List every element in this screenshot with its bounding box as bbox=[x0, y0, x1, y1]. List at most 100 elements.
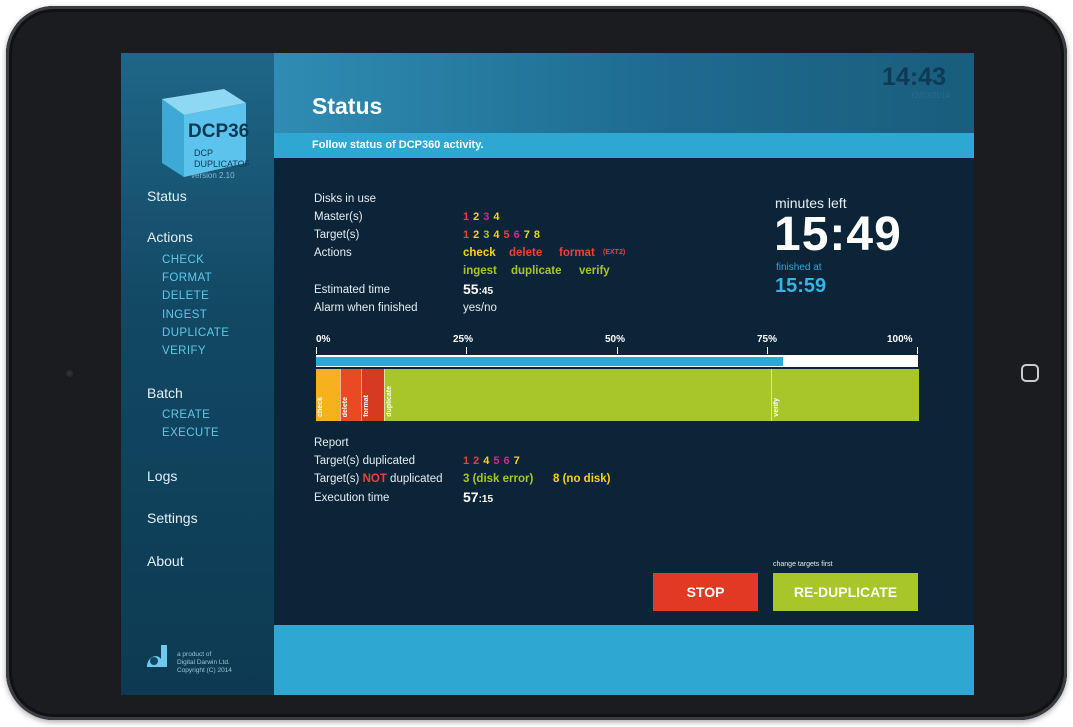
disk-number: 4 bbox=[493, 229, 504, 241]
camera-dot bbox=[65, 369, 74, 378]
tick-mark-50 bbox=[617, 347, 618, 354]
version-label: version 2.10 bbox=[191, 171, 235, 180]
stop-button[interactable]: STOP bbox=[653, 573, 758, 611]
phase-delete: delete bbox=[340, 369, 363, 421]
credit-line-2: Digital Darwin Ltd. bbox=[177, 659, 230, 666]
disk-number: 2 bbox=[473, 455, 484, 467]
exec-time-label: Execution time bbox=[314, 492, 390, 504]
disk-number: 1 bbox=[463, 455, 474, 467]
disks-in-use-label: Disks in use bbox=[314, 193, 376, 205]
phase-label: delete bbox=[342, 396, 350, 417]
nav-logs[interactable]: Logs bbox=[147, 468, 177, 484]
credit-line-3: Copyright (C) 2014 bbox=[177, 667, 232, 674]
tick-mark-100 bbox=[917, 347, 918, 354]
nav-batch-create[interactable]: CREATE bbox=[162, 409, 210, 421]
header: Status 14:43 12/03/2014 bbox=[274, 53, 974, 133]
action-format: format bbox=[559, 247, 595, 259]
targets-list: 12345678 bbox=[463, 229, 544, 241]
tick-0: 0% bbox=[316, 334, 331, 345]
alarm-label: Alarm when finished bbox=[314, 302, 418, 314]
nav-action-format[interactable]: FORMAT bbox=[162, 272, 212, 284]
phase-label: duplicate bbox=[386, 386, 394, 417]
disk-number: 3 bbox=[483, 229, 494, 241]
tick-100: 100% bbox=[887, 334, 913, 345]
phase-duplicate: duplicate bbox=[384, 369, 772, 421]
nav-about[interactable]: About bbox=[147, 553, 184, 569]
not-dup-item-2: 8 (no disk) bbox=[553, 473, 611, 485]
disk-number: 6 bbox=[513, 229, 524, 241]
not-dup-pre: Target(s) bbox=[314, 473, 363, 485]
nav-action-ingest[interactable]: INGEST bbox=[162, 309, 207, 321]
disk-number: 4 bbox=[493, 211, 504, 223]
tick-25: 25% bbox=[453, 334, 474, 345]
disk-number: 8 bbox=[533, 229, 544, 241]
disk-number: 4 bbox=[483, 455, 494, 467]
dcp360-logo-cube-icon: DCP360 DCP DUPLICATOR bbox=[162, 89, 249, 177]
change-targets-note: change targets first bbox=[773, 561, 833, 568]
app-screen: DCP360 DCP DUPLICATOR version 2.10 Statu… bbox=[121, 53, 974, 695]
reduplicate-button[interactable]: RE-DUPLICATE bbox=[773, 573, 918, 611]
tick-75: 75% bbox=[757, 334, 778, 345]
subheader: Follow status of DCP360 activity. bbox=[274, 133, 974, 158]
tick-mark-75 bbox=[767, 347, 768, 354]
disk-number: 5 bbox=[503, 229, 514, 241]
nav-action-verify[interactable]: VERIFY bbox=[162, 345, 206, 357]
disk-number: 1 bbox=[463, 211, 474, 223]
date: 12/03/2014 bbox=[909, 91, 950, 100]
disk-number: 5 bbox=[493, 455, 504, 467]
estimated-time-main: 55 bbox=[463, 281, 479, 297]
alarm-toggle[interactable]: yes/no bbox=[463, 302, 497, 314]
tick-mark-0 bbox=[316, 347, 317, 354]
finished-at-value: 15:59 bbox=[775, 275, 827, 297]
disk-number: 6 bbox=[503, 455, 514, 467]
targets-label: Target(s) bbox=[314, 229, 360, 241]
nav-batch[interactable]: Batch bbox=[147, 385, 183, 401]
digital-darwin-logo-icon bbox=[147, 645, 167, 667]
tick-mark-25 bbox=[466, 347, 467, 354]
action-check: check bbox=[463, 247, 496, 259]
masters-label: Master(s) bbox=[314, 211, 363, 223]
estimated-time-small: :45 bbox=[478, 286, 494, 297]
disk-number: 7 bbox=[523, 229, 534, 241]
actions-label: Actions bbox=[314, 247, 352, 259]
phase-label: check bbox=[317, 397, 324, 417]
sidebar: DCP360 DCP DUPLICATOR version 2.10 Statu… bbox=[121, 53, 274, 695]
action-verify: verify bbox=[579, 265, 610, 277]
disk-number: 3 bbox=[483, 211, 494, 223]
phase-timeline: check delete format duplicate verify bbox=[316, 369, 919, 421]
not-dup-post: duplicated bbox=[386, 473, 443, 485]
phase-check: check bbox=[316, 369, 341, 421]
phase-verify: verify bbox=[770, 369, 919, 421]
action-delete: delete bbox=[509, 247, 543, 259]
not-dup-item-1: 3 (disk error) bbox=[463, 473, 534, 485]
phase-format: format bbox=[361, 369, 386, 421]
nav-status[interactable]: Status bbox=[147, 188, 187, 204]
minutes-left-value: 15:49 bbox=[774, 208, 902, 261]
action-format-note: (EXT2) bbox=[603, 249, 626, 256]
disk-number: 7 bbox=[513, 455, 524, 467]
phase-label: verify bbox=[772, 398, 780, 417]
nav-action-check[interactable]: CHECK bbox=[162, 254, 204, 266]
logo-subtext-2: DUPLICATOR bbox=[194, 159, 249, 169]
estimated-time-value: 55:45 bbox=[463, 281, 493, 297]
disk-number: 2 bbox=[473, 229, 484, 241]
duplicated-label: Target(s) duplicated bbox=[314, 455, 415, 467]
nav-action-duplicate[interactable]: DUPLICATE bbox=[162, 327, 229, 339]
nav-batch-execute[interactable]: EXECUTE bbox=[162, 427, 219, 439]
home-button[interactable] bbox=[1021, 364, 1039, 382]
not-duplicated-label: Target(s) NOT duplicated bbox=[314, 473, 442, 485]
disk-number: 1 bbox=[463, 229, 474, 241]
exec-time-small: :15 bbox=[478, 494, 494, 505]
nav-action-delete[interactable]: DELETE bbox=[162, 290, 209, 302]
finished-at-label: finished at bbox=[776, 262, 822, 273]
nav-settings[interactable]: Settings bbox=[147, 510, 198, 526]
tick-50: 50% bbox=[605, 334, 626, 345]
estimated-time-label: Estimated time bbox=[314, 284, 391, 296]
masters-list: 1234 bbox=[463, 211, 504, 223]
report-label: Report bbox=[314, 437, 349, 449]
footer-bar bbox=[274, 625, 974, 695]
credit-line-1: a product of bbox=[177, 651, 212, 658]
nav-actions[interactable]: Actions bbox=[147, 229, 193, 245]
logo-text: DCP360 bbox=[188, 121, 249, 142]
not-dup-not: NOT bbox=[362, 473, 387, 485]
